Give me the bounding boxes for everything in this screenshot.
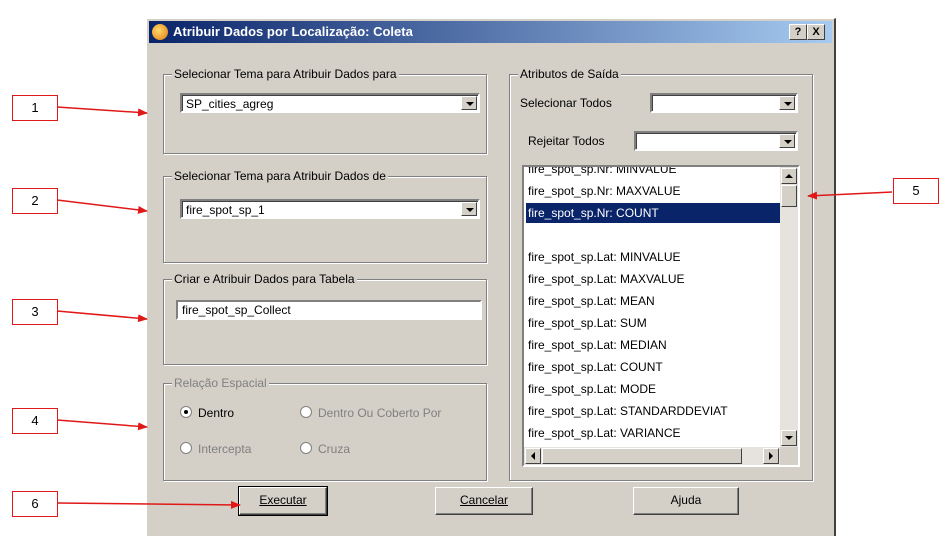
arrow-5	[807, 191, 893, 200]
arrow-4	[56, 419, 148, 431]
arrow-2	[56, 199, 148, 214]
arrow-1	[56, 106, 148, 117]
callout-arrows	[56, 106, 893, 509]
arrow-3	[56, 310, 148, 323]
arrow-6	[56, 500, 241, 509]
